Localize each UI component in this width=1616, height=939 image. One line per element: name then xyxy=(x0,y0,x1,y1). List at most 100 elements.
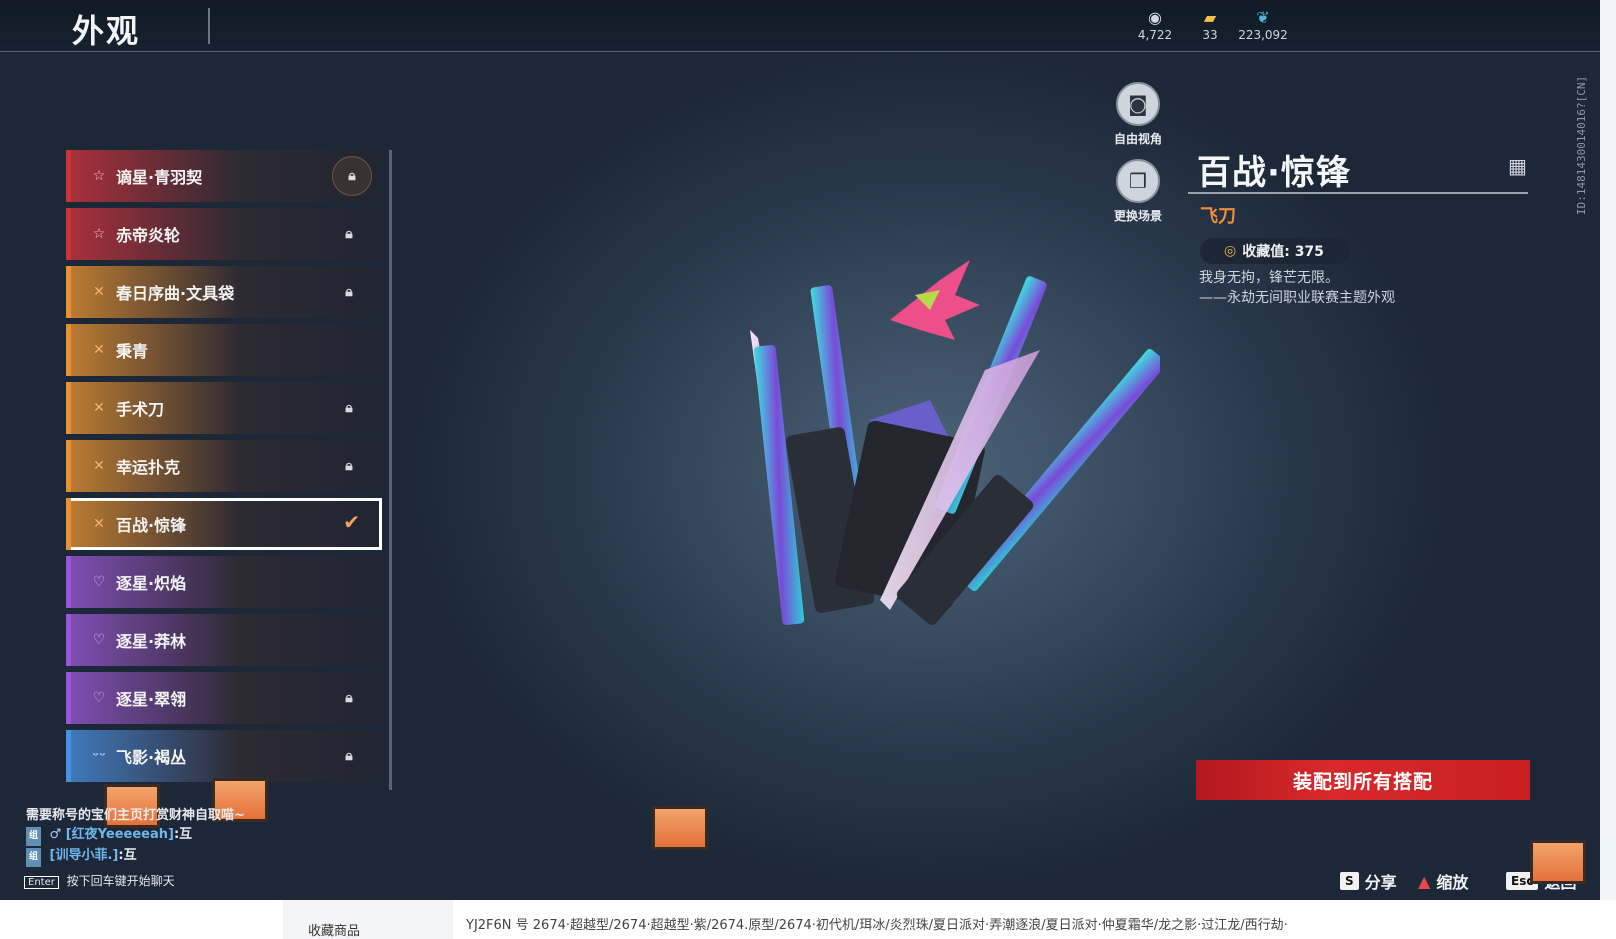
equip-all-button[interactable]: 装配到所有搭配 xyxy=(1196,760,1530,800)
currency-value: 223,092 xyxy=(1238,28,1288,42)
rarity-bar xyxy=(66,266,71,318)
collection-value: 收藏值: 375 xyxy=(1242,244,1324,260)
change-scene-label: 更换场景 xyxy=(1113,209,1162,223)
coin-stack-icon: ◉ xyxy=(1148,8,1162,27)
heart-icon: ♡ xyxy=(92,632,106,648)
cross-icon: ✕ xyxy=(93,516,105,532)
cross-icon: ✕ xyxy=(93,284,105,300)
item-category: 飞刀 xyxy=(1200,206,1236,227)
lock-icon: 🔒︎ xyxy=(345,458,353,474)
lock-icon: 🔒︎ xyxy=(345,400,353,416)
enter-hint: 按下回车键开始聊天 xyxy=(66,874,175,888)
share-hint[interactable]: S 分享 xyxy=(1340,869,1397,893)
skin-list-item[interactable]: ✕ 春日序曲·文具袋 🔒︎ xyxy=(66,266,382,318)
skin-list-item[interactable]: ♡ 逐星·炽焰 xyxy=(66,556,382,608)
camera-icon: ◙ xyxy=(1128,92,1148,116)
desc-line: ——永劫无间职业联赛主题外观 xyxy=(1199,290,1395,306)
collection-icon: ◎ xyxy=(1224,243,1237,259)
cross-icon: ✕ xyxy=(93,400,105,416)
currency-feathers: ❦ 223,092 xyxy=(1233,8,1293,42)
gift-icon[interactable]: ▦ xyxy=(1508,154,1532,178)
pink-emblem xyxy=(890,260,980,340)
skin-name: 谪星·青羽契 xyxy=(116,168,203,187)
lock-icon: 🔒︎ xyxy=(345,690,353,706)
lantern-decoration xyxy=(1530,840,1586,884)
item-description: 我身无拘，锋芒无限。 ——永劫无间职业联赛主题外观 xyxy=(1199,268,1395,308)
desc-line: 我身无拘，锋芒无限。 xyxy=(1199,270,1339,286)
skin-list-item[interactable]: ✕ 百战·惊锋 ✔ xyxy=(66,498,382,550)
lock-icon: 🔒︎ xyxy=(345,748,353,764)
chat-input-hint[interactable]: Enter 按下回车键开始聊天 xyxy=(24,872,175,889)
title-divider xyxy=(208,8,210,44)
favorites-label: 收藏商品 xyxy=(308,924,361,939)
rarity-bar xyxy=(66,556,71,608)
weapon-preview[interactable] xyxy=(740,250,1160,670)
skin-list-item[interactable]: ᵕᵕ 飞影·褐丛 🔒︎ xyxy=(66,730,382,782)
star-icon: ☆ xyxy=(92,168,106,184)
zoom-label: 缩放 xyxy=(1436,873,1469,892)
skin-name: 飞影·褐丛 xyxy=(116,748,187,767)
title-divider-line xyxy=(1188,192,1528,194)
skin-list-item[interactable]: ✕ 手术刀 🔒︎ xyxy=(66,382,382,434)
skin-list-item[interactable]: ✕ 秉青 xyxy=(66,324,382,376)
skin-name: 幸运扑克 xyxy=(116,458,181,477)
heart-icon: ♡ xyxy=(92,574,106,590)
skin-name: 春日序曲·文具袋 xyxy=(116,284,235,303)
star-icon: ☆ xyxy=(92,226,106,242)
chat-message: 组 ♂ [红夜Yeeeeeah]:互 xyxy=(26,825,245,846)
player-id: ID:1481430014016?[CN] xyxy=(1575,75,1588,215)
free-camera-button[interactable]: ◙ xyxy=(1116,82,1160,126)
wing-icon: ᵕᵕ xyxy=(92,748,106,764)
currency-value: 4,722 xyxy=(1137,28,1173,42)
channel-tag-icon: 组 xyxy=(26,827,42,846)
skin-list: ☆ 谪星·青羽契 🔒︎ ☆ 赤帝炎轮 🔒︎ ✕ 春日序曲·文具袋 🔒︎ ✕ 秉青 ✕ 手术刀 🔒︎ ✕ 幸运扑… xyxy=(66,150,386,796)
rarity-bar xyxy=(66,730,71,782)
rarity-bar xyxy=(66,498,71,550)
share-key: S xyxy=(1340,872,1359,890)
skin-list-item[interactable]: ♡ 逐星·莽林 xyxy=(66,614,382,666)
feather-icon: ❦ xyxy=(1256,8,1270,27)
browser-side-strip xyxy=(1600,0,1616,900)
rarity-bar xyxy=(66,208,71,260)
cross-icon: ✕ xyxy=(93,342,105,358)
skin-list-item[interactable]: ✕ 幸运扑克 🔒︎ xyxy=(66,440,382,492)
currency-coins: ◉ 4,722 xyxy=(1125,8,1185,42)
heart-icon: ♡ xyxy=(92,690,106,706)
chat-user[interactable]: [训导小菲.] xyxy=(50,848,119,863)
change-scene-button[interactable]: ❒ xyxy=(1116,159,1160,203)
skin-list-item[interactable]: ☆ 谪星·青羽契 🔒︎ xyxy=(66,150,382,202)
skin-name: 逐星·炽焰 xyxy=(116,574,187,593)
game-viewport: 外观 ◉ 4,722 ▰ 33 ❦ 223,092 ID:14814300140… xyxy=(0,0,1600,900)
top-bar xyxy=(0,0,1600,52)
chat-message: 需要称号的宝们主页打赏财神自取喵~ xyxy=(26,808,245,823)
skin-list-item[interactable]: ♡ 逐星·翠翎 🔒︎ xyxy=(66,672,382,724)
lock-icon: 🔒︎ xyxy=(332,156,372,196)
channel-tag-icon: 组 xyxy=(26,848,42,867)
skin-name: 秉青 xyxy=(116,342,149,361)
skin-list-item[interactable]: ☆ 赤帝炎轮 🔒︎ xyxy=(66,208,382,260)
product-title: YJ2F6N 号 2674·超越型/2674·超越型·紫/2674.原型/267… xyxy=(466,918,1288,933)
mouse-icon: ▲ xyxy=(1418,871,1431,891)
rarity-bar xyxy=(66,672,71,724)
list-scrollbar[interactable] xyxy=(389,150,392,790)
share-label: 分享 xyxy=(1364,873,1397,892)
currency-tickets: ▰ 33 xyxy=(1180,8,1240,42)
rarity-bar xyxy=(66,150,71,202)
page-title: 外观 xyxy=(72,12,141,50)
male-icon: ♂ xyxy=(49,827,62,842)
cross-icon: ✕ xyxy=(93,458,105,474)
rarity-bar xyxy=(66,324,71,376)
lantern-decoration xyxy=(652,806,708,850)
lock-icon: 🔒︎ xyxy=(345,284,353,300)
ticket-icon: ▰ xyxy=(1203,8,1217,27)
favorites-tab[interactable]: 收藏商品 xyxy=(283,900,453,939)
free-camera-label: 自由视角 xyxy=(1113,132,1162,146)
chat-user[interactable]: [红夜Yeeeeeah] xyxy=(66,827,174,842)
lock-icon: 🔒︎ xyxy=(345,226,353,242)
chat-panel: 需要称号的宝们主页打赏财神自取喵~ 组 ♂ [红夜Yeeeeeah]:互 组 [… xyxy=(26,806,245,867)
currency-value: 33 xyxy=(1202,28,1218,42)
skin-name: 手术刀 xyxy=(116,400,165,419)
collection-value-badge: ◎ 收藏值: 375 xyxy=(1200,238,1350,264)
skin-name: 百战·惊锋 xyxy=(116,516,187,535)
zoom-hint[interactable]: ▲ 缩放 xyxy=(1418,869,1468,893)
